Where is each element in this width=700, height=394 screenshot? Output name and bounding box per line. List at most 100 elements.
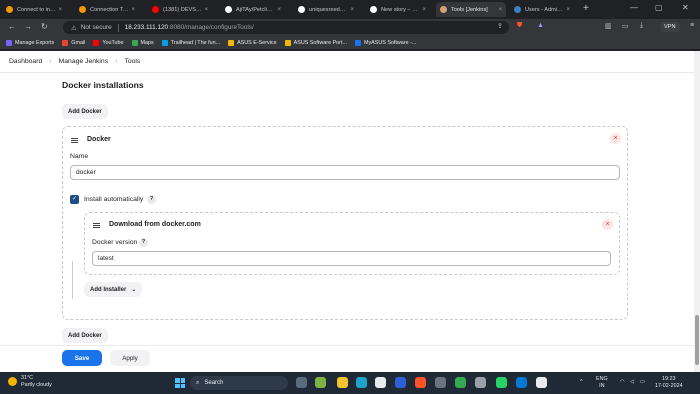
address-bar[interactable]: ⚠ Not secure 18.233.111.120 :8080/manage… [63,21,509,34]
scrollbar-thumb[interactable] [695,315,699,365]
bookmark-item[interactable]: MyASUS Software -... [354,39,416,46]
help-icon[interactable]: ? [139,238,148,247]
docker-version-label: Docker version [92,239,138,246]
settings-icon[interactable] [475,377,486,388]
help-icon[interactable]: ? [147,195,156,204]
clock[interactable]: 19:23 17-02-2024 [655,376,683,390]
browser-tab[interactable]: Connection Timeout × [75,2,139,17]
name-input[interactable]: docker [70,165,620,180]
bookmark-label: Trailhead | The fun... [170,39,221,46]
vscode-icon[interactable] [516,377,527,388]
bookmark-item[interactable]: ASUS Software Port... [284,39,347,46]
tab-label: Connect to instance [17,6,56,13]
docker-version-input[interactable]: latest [92,251,611,266]
bookmark-item[interactable]: ASUS E-Service [228,39,277,46]
windows-start-icon[interactable] [175,378,185,388]
wallet-icon[interactable]: ▭ [622,22,629,30]
add-installer-button[interactable]: Add Installer ⌄ [84,282,143,297]
sidebar-icon[interactable]: ▥ [605,22,612,30]
trailhead-icon [161,39,168,46]
installer-card: Download from docker.com × Docker versio… [84,212,620,275]
language-indicator[interactable]: ENG IN [596,376,608,390]
new-tab-icon[interactable]: + [583,3,589,14]
drag-handle-icon[interactable] [71,138,78,143]
brave-icon[interactable] [415,377,426,388]
maximize-icon[interactable]: ▢ [655,3,663,12]
vpn-button[interactable]: VPN [660,22,680,32]
browser-tab[interactable]: Connect to instance × [2,2,66,17]
close-window-icon[interactable]: ✕ [682,3,689,12]
menu-icon[interactable]: ≡ [690,22,694,29]
close-icon[interactable]: × [275,7,281,13]
browser-toolbar: ← → ↻ ⚠ Not secure 18.233.111.120 :8080/… [0,19,700,36]
chrome-icon[interactable] [455,377,466,388]
edge-icon[interactable] [356,377,367,388]
battery-icon[interactable]: ▭ [640,379,645,386]
browser-tab[interactable]: New story – Medium × [366,2,430,17]
breadcrumb-tools[interactable]: Tools [124,58,140,65]
close-icon[interactable]: × [202,7,208,13]
bookmark-item[interactable]: YouTube [93,39,124,46]
bookmark-item[interactable]: Gmail [62,39,86,46]
save-button[interactable]: Save [62,350,102,366]
breadcrumb-manage-jenkins[interactable]: Manage Jenkins [59,58,109,65]
language-code: ENG [596,376,608,382]
taskbar-search[interactable]: ⌕ Search [190,376,288,390]
tab-favicon-icon [298,6,305,13]
chrome-icon[interactable] [375,377,386,388]
close-icon[interactable]: × [56,7,62,13]
rewards-icon[interactable]: ▲ [537,22,544,29]
apply-button[interactable]: Apply [110,350,150,366]
add-docker-button[interactable]: Add Docker [62,104,108,119]
bookmark-item[interactable]: Maps [131,39,154,46]
add-docker-button-bottom[interactable]: Add Docker [62,328,108,343]
youtube-icon [93,39,100,46]
browser-tab[interactable]: AjiTAy/Petclinic-Real × [221,2,285,17]
tab-label: uniquesreedhar/Java [309,6,348,13]
breadcrumb-dashboard[interactable]: Dashboard [9,58,42,65]
asus-icon [284,39,291,46]
close-icon[interactable]: × [129,7,135,13]
browser-tab[interactable]: (1381) DEVSECOPS P × [148,2,212,17]
bookmark-item[interactable]: Manage Exports [6,39,54,46]
reload-icon[interactable]: ↻ [41,22,48,31]
delete-icon[interactable]: × [602,219,613,230]
install-automatically-checkbox[interactable]: ✓ [70,195,79,204]
tab-label: AjiTAy/Petclinic-Real [236,6,275,13]
drag-handle-icon[interactable] [93,223,100,228]
wifi-icon[interactable]: ◠ [620,379,625,386]
close-icon[interactable]: × [348,7,354,13]
terminal-icon[interactable] [536,377,547,388]
browser-tab[interactable]: uniquesreedhar/Java × [294,2,358,17]
forward-icon[interactable]: → [24,22,32,31]
volume-icon[interactable]: ◁ [630,379,634,386]
delete-icon[interactable]: × [610,133,621,144]
close-icon[interactable]: × [496,7,502,13]
brave-shield-icon[interactable]: ⛊ [517,22,522,30]
temperature: 31°C [21,375,34,381]
tab-favicon-icon [79,6,86,13]
store-icon[interactable] [435,377,446,388]
whatsapp-icon[interactable] [496,377,507,388]
tab-label: Connection Timeout [90,6,129,13]
share-icon[interactable]: ⇪ [497,22,503,30]
task-view-icon[interactable] [296,377,307,388]
bookmark-label: Gmail [71,39,86,46]
chevron-up-icon[interactable]: ^ [580,379,583,386]
bookmark-item[interactable]: Trailhead | The fun... [161,39,221,46]
widgets-icon[interactable] [315,377,326,388]
file-explorer-icon[interactable] [337,377,348,388]
back-icon[interactable]: ← [8,22,16,31]
myasus-app-icon[interactable] [395,377,406,388]
browser-tab[interactable]: Users - Administratio × [510,2,574,17]
install-automatically-label: Install automatically [84,196,144,203]
chevron-right-icon: › [49,58,52,65]
close-icon[interactable]: × [420,7,426,13]
partly-cloudy-icon [8,377,17,386]
minimize-icon[interactable]: — [630,3,638,12]
close-icon[interactable]: × [564,7,570,13]
tab-label: Tools [Jenkins] [451,6,488,13]
scrollbar[interactable] [694,51,700,372]
download-icon[interactable]: ⤓ [640,22,643,30]
browser-tab-active[interactable]: Tools [Jenkins] × [436,2,506,17]
